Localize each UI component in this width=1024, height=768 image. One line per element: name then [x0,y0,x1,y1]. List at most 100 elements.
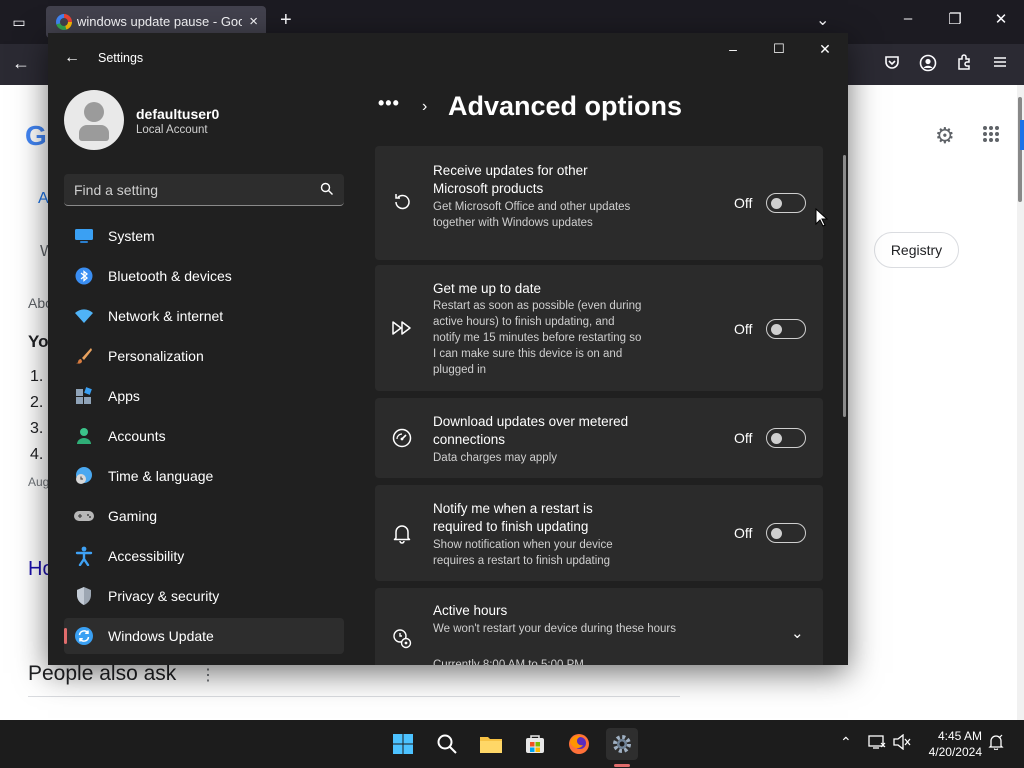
account-icon[interactable] [918,54,938,77]
bluetooth-icon [73,265,95,287]
new-tab-button[interactable]: + [280,9,292,32]
option-title: Notify me when a restart is required to … [433,501,593,534]
option-title: Get me up to date [433,281,542,296]
settings-taskbar-icon[interactable] [606,728,638,760]
toggle-knob [771,528,782,539]
show-hidden-icons-chevron-icon[interactable]: ⌃ [840,734,852,751]
browser-restore-button[interactable]: ❐ [940,10,970,28]
mouse-cursor-icon [815,208,829,227]
sidebar-item-gaming[interactable]: Gaming [64,498,344,534]
sidebar-item-system[interactable]: System [64,218,344,254]
avatar[interactable] [64,90,124,150]
globe-clock-icon [73,465,95,487]
apps-icon [73,385,95,407]
gamepad-icon [73,505,95,527]
sidebar-item-label: Apps [108,388,140,404]
more-options-icon[interactable]: ⋮ [200,665,216,685]
store-icon[interactable] [519,728,551,760]
settings-titlebar: ← Settings – ☐ ✕ [48,33,848,81]
start-button[interactable] [387,728,419,760]
refresh-icon [391,191,413,213]
search-input[interactable] [74,180,304,200]
menu-icon[interactable] [990,54,1010,75]
accessibility-icon [73,545,95,567]
registry-filter-chip[interactable]: Registry [874,232,959,268]
pocket-icon[interactable] [882,54,902,75]
page-title: Advanced options [448,91,683,121]
back-arrow-icon[interactable]: ← [64,49,80,67]
tabs-dropdown-icon[interactable]: ⌄ [816,10,829,30]
toggle-state-label: Off [734,525,753,541]
file-explorer-icon[interactable] [475,728,507,760]
breadcrumb-chevron-icon: › [422,98,428,115]
taskbar-search-icon[interactable] [431,728,463,760]
get-me-up-to-date-toggle[interactable] [766,319,806,339]
sidebar-item-accounts[interactable]: Accounts [64,418,344,454]
sidebar-item-apps[interactable]: Apps [64,378,344,414]
metered-connections-toggle[interactable] [766,428,806,448]
list-item: 3. [30,420,44,437]
active-app-indicator [614,764,630,767]
settings-gear-icon[interactable]: ⚙ [935,123,955,149]
option-receive-other-products[interactable]: Receive updates for other Microsoft prod… [375,146,823,260]
list-item: 1. [30,368,44,385]
sidebar-item-label: Gaming [108,508,158,524]
taskbar: ⌃ 4:45 AM 4/20/2024 [0,720,1024,768]
system-icon [73,225,95,247]
sidebar-item-network[interactable]: Network & internet [64,298,344,334]
sidebar-item-label: Network & internet [108,308,224,324]
sidebar-item-accessibility[interactable]: Accessibility [64,538,344,574]
receive-updates-toggle[interactable] [766,193,806,213]
volume-muted-icon[interactable] [893,733,911,753]
option-get-me-up-to-date[interactable]: Get me up to date Restart as soon as pos… [375,265,823,391]
username: defaultuser0 [136,106,220,122]
search-icon[interactable] [320,182,334,196]
find-setting-search[interactable] [64,174,344,206]
toggle-state-label: Off [734,430,753,446]
paintbrush-icon [73,345,95,367]
sidebar-item-windows-update[interactable]: Windows Update [64,618,344,654]
option-description: Get Microsoft Office and other updates t… [433,201,631,229]
toggle-knob [771,324,782,335]
browser-minimize-button[interactable]: – [893,10,923,27]
sidebar-item-privacy-security[interactable]: Privacy & security [64,578,344,614]
settings-scrollbar[interactable] [843,155,846,417]
toggle-knob [771,433,782,444]
firefox-icon[interactable] [563,728,595,760]
chevron-down-icon[interactable]: ⌄ [791,624,804,642]
settings-window: ← Settings – ☐ ✕ defaultuser0 Local Acco… [48,33,848,665]
notify-restart-toggle[interactable] [766,523,806,543]
option-metered-connections[interactable]: Download updates over metered connection… [375,398,823,478]
close-button[interactable]: ✕ [810,41,840,58]
people-also-ask-heading: People also ask [28,662,177,685]
tab-list-icon[interactable]: ▭ [8,11,30,33]
option-description: Show notification when your device requi… [433,539,613,567]
notification-bell-icon[interactable] [988,734,1004,754]
option-active-hours[interactable]: Active hours We won't restart your devic… [375,588,823,665]
taskbar-date[interactable]: 4/20/2024 [920,745,982,759]
sidebar-item-time-language[interactable]: Time & language [64,458,344,494]
fast-forward-icon [391,317,413,339]
google-favicon-icon [56,14,72,30]
minimize-button[interactable]: – [718,41,748,57]
maximize-button[interactable]: ☐ [764,41,794,57]
taskbar-time[interactable]: 4:45 AM [930,729,982,743]
windows-update-icon [73,625,95,647]
accounts-icon [73,425,95,447]
close-tab-icon[interactable]: × [249,13,258,30]
browser-back-icon[interactable]: ← [12,53,30,74]
sidebar-item-label: Time & language [108,468,214,484]
network-icon[interactable] [868,734,886,753]
sidebar-item-bluetooth[interactable]: Bluetooth & devices [64,258,344,294]
browser-tab-title: windows update pause - Google Search [77,14,242,29]
option-description: Data charges may apply [433,452,558,464]
shield-icon [73,585,95,607]
browser-close-button[interactable]: ✕ [986,10,1016,28]
extensions-icon[interactable] [954,54,974,75]
option-notify-restart[interactable]: Notify me when a restart is required to … [375,485,823,581]
google-logo[interactable]: G [25,120,47,152]
sign-in-button-edge[interactable] [1020,120,1024,150]
breadcrumb-more-button[interactable]: ••• [378,93,400,114]
apps-grid-icon[interactable] [982,125,1000,149]
sidebar-item-personalization[interactable]: Personalization [64,338,344,374]
